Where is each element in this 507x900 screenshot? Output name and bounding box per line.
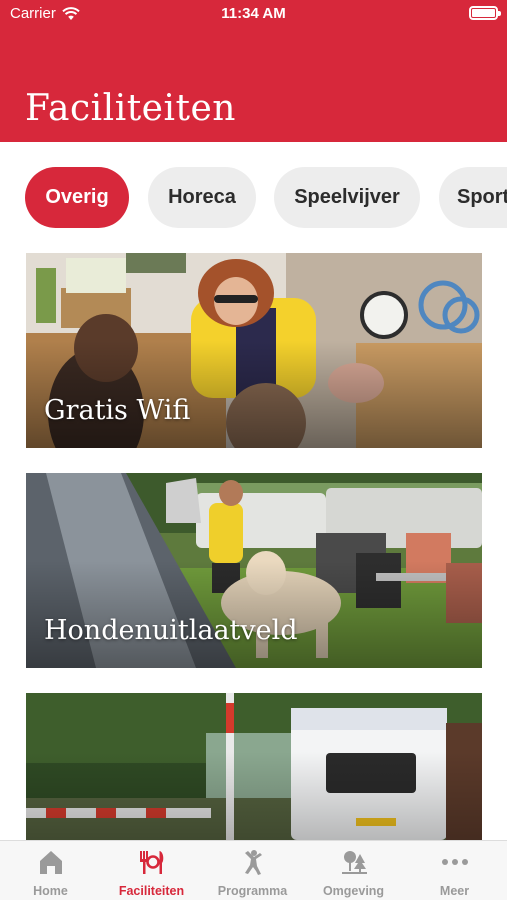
card-image-caravan [26,693,482,840]
status-time: 11:34 AM [221,5,286,22]
chip-label: Horeca [168,186,236,208]
app-header: Carrier 11:34 AM Faciliteiten [0,0,507,142]
tab-label: Omgeving [322,884,385,898]
chip-horeca[interactable]: Horeca [148,167,256,228]
card-title: Gratis Wifi [44,395,191,426]
card-title: Hondenuitlaatveld [44,615,298,646]
tab-faciliteiten[interactable]: Faciliteiten [101,841,202,900]
trees-icon [342,851,367,874]
chip-label: Speelvijver [294,186,400,208]
chip-label: Sport [457,186,507,208]
person-icon [245,850,262,875]
status-bar: Carrier 11:34 AM [0,0,507,28]
tab-label: Faciliteiten [118,884,185,898]
facility-card-dog-field[interactable]: Hondenuitlaatveld [26,473,482,668]
battery-icon [469,6,501,20]
page-title: Faciliteiten [25,88,236,129]
chip-label: Overig [45,186,109,208]
chip-speelvijver[interactable]: Speelvijver [274,167,420,228]
tab-bar: Home Faciliteiten Programma Omgeving Mee… [0,840,507,900]
home-icon [40,851,62,874]
tab-meer[interactable]: Meer [404,841,505,900]
tab-home[interactable]: Home [0,841,101,900]
more-icon [442,859,468,865]
facility-card-wifi[interactable]: Gratis Wifi [26,253,482,448]
tab-label: Home [33,884,68,898]
chip-overig[interactable]: Overig [25,167,129,228]
chip-sport[interactable]: Sport [439,167,507,228]
dining-icon [140,851,164,874]
category-filter-bar[interactable]: Overig Horeca Speelvijver Sport [0,167,507,229]
facility-card-camping[interactable] [26,693,482,840]
tab-label: Programma [217,884,288,898]
tab-programma[interactable]: Programma [202,841,303,900]
tab-omgeving[interactable]: Omgeving [303,841,404,900]
tab-label: Meer [439,884,470,898]
